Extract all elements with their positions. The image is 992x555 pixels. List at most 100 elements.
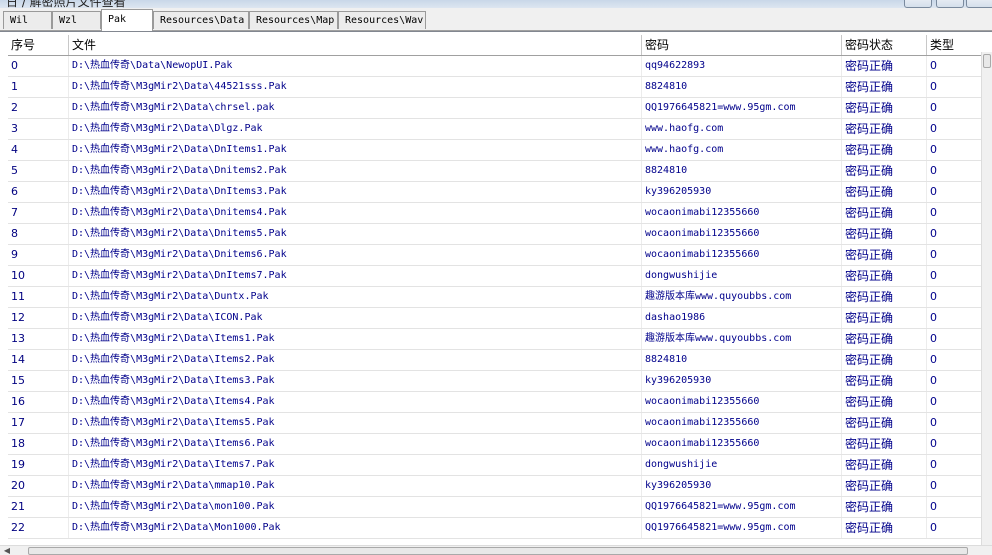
cell-password: dongwushijie (641, 455, 841, 475)
cell-file: D:\热血传奇\M3gMir2\Data\DnItems7.Pak (68, 266, 641, 286)
cell-index: 15 (11, 374, 25, 387)
cell-index: 20 (11, 479, 25, 492)
cell-password-status: 密码正确 (841, 497, 926, 517)
table-row[interactable]: 19 D:\热血传奇\M3gMir2\Data\Items7.Pak dongwus… (8, 455, 982, 476)
cell-password-status: 密码正确 (841, 203, 926, 223)
cell-type: 0 (926, 203, 982, 223)
cell-file: D:\热血传奇\M3gMir2\Data\Dnitems6.Pak (68, 245, 641, 265)
maximize-button[interactable] (936, 0, 964, 8)
cell-password: QQ1976645821=www.95gm.com (641, 518, 841, 538)
cell-password-status: 密码正确 (841, 140, 926, 160)
table-row[interactable]: 5 D:\热血传奇\M3gMir2\Data\Dnitems2.Pak 882481… (8, 161, 982, 182)
table-row[interactable]: 8 D:\热血传奇\M3gMir2\Data\Dnitems5.Pak wocaon… (8, 224, 982, 245)
cell-password: ky396205930 (641, 182, 841, 202)
cell-password-status: 密码正确 (841, 224, 926, 244)
cell-file: D:\热血传奇\M3gMir2\Data\DnItems1.Pak (68, 140, 641, 160)
cell-password-status: 密码正确 (841, 182, 926, 202)
table-row[interactable]: 15 D:\热血传奇\M3gMir2\Data\Items3.Pak ky39620… (8, 371, 982, 392)
cell-type: 0 (926, 455, 982, 475)
cell-password: 8824810 (641, 77, 841, 97)
table-row[interactable]: 3 D:\热血传奇\M3gMir2\Data\Dlgz.Pak www.haofg.… (8, 119, 982, 140)
cell-password: wocaonimabi12355660 (641, 203, 841, 223)
table-row[interactable]: 9 D:\热血传奇\M3gMir2\Data\Dnitems6.Pak wocaon… (8, 245, 982, 266)
table-row[interactable]: 20 D:\热血传奇\M3gMir2\Data\mmap10.Pak ky39620… (8, 476, 982, 497)
column-header-password[interactable]: 密码 (641, 35, 841, 55)
tab-resources-wav[interactable]: Resources\Wav (338, 11, 426, 29)
cell-password: dashao1986 (641, 308, 841, 328)
tab-wzl[interactable]: Wzl (52, 11, 101, 29)
cell-file: D:\热血传奇\M3gMir2\Data\Items6.Pak (68, 434, 641, 454)
cell-type: 0 (926, 266, 982, 286)
table-row[interactable]: 17 D:\热血传奇\M3gMir2\Data\Items5.Pak wocaoni… (8, 413, 982, 434)
cell-password-status: 密码正确 (841, 266, 926, 286)
minimize-button[interactable] (904, 0, 932, 8)
cell-password-status: 密码正确 (841, 413, 926, 433)
vertical-scrollbar[interactable] (981, 52, 992, 555)
cell-type: 0 (926, 434, 982, 454)
cell-password: ky396205930 (641, 476, 841, 496)
cell-type: 0 (926, 497, 982, 517)
table-row[interactable]: 4 D:\热血传奇\M3gMir2\Data\DnItems1.Pak www.ha… (8, 140, 982, 161)
table-row[interactable]: 11 D:\热血传奇\M3gMir2\Data\Duntx.Pak 趣游版本库www… (8, 287, 982, 308)
cell-password: wocaonimabi12355660 (641, 224, 841, 244)
cell-type: 0 (926, 224, 982, 244)
table-row[interactable]: 12 D:\热血传奇\M3gMir2\Data\ICON.Pak dashao198… (8, 308, 982, 329)
cell-type: 0 (926, 476, 982, 496)
column-header-file[interactable]: 文件 (68, 35, 641, 55)
cell-password: dongwushijie (641, 266, 841, 286)
vertical-scroll-thumb[interactable] (983, 54, 991, 68)
horizontal-scrollbar[interactable]: ◀ (0, 545, 992, 555)
table-row[interactable]: 22 D:\热血传奇\M3gMir2\Data\Mon1000.Pak QQ1976… (8, 518, 982, 539)
table-row[interactable]: 2 D:\热血传奇\M3gMir2\Data\chrsel.pak QQ197664… (8, 98, 982, 119)
cell-index: 13 (11, 332, 25, 345)
tab-pak[interactable]: Pak (101, 9, 153, 31)
column-header-type[interactable]: 类型 (926, 35, 982, 55)
cell-type: 0 (926, 392, 982, 412)
cell-type: 0 (926, 329, 982, 349)
cell-type: 0 (926, 245, 982, 265)
cell-password: QQ1976645821=www.95gm.com (641, 98, 841, 118)
table-row[interactable]: 14 D:\热血传奇\M3gMir2\Data\Items2.Pak 8824810… (8, 350, 982, 371)
cell-password: wocaonimabi12355660 (641, 392, 841, 412)
table-row[interactable]: 10 D:\热血传奇\M3gMir2\Data\DnItems7.Pak dongw… (8, 266, 982, 287)
tab-resources-data[interactable]: Resources\Data (153, 11, 249, 29)
tab-wil[interactable]: Wil (3, 11, 52, 29)
table-row[interactable]: 18 D:\热血传奇\M3gMir2\Data\Items6.Pak wocaoni… (8, 434, 982, 455)
table-row[interactable]: 13 D:\热血传奇\M3gMir2\Data\Items1.Pak 趣游版本库ww… (8, 329, 982, 350)
cell-password-status: 密码正确 (841, 350, 926, 370)
cell-file: D:\热血传奇\M3gMir2\Data\Dnitems4.Pak (68, 203, 641, 223)
cell-password-status: 密码正确 (841, 308, 926, 328)
close-button[interactable] (966, 0, 992, 8)
cell-file: D:\热血传奇\M3gMir2\Data\Items1.Pak (68, 329, 641, 349)
table-row[interactable]: 16 D:\热血传奇\M3gMir2\Data\Items4.Pak wocaoni… (8, 392, 982, 413)
cell-index: 8 (11, 227, 18, 240)
cell-file: D:\热血传奇\M3gMir2\Data\44521sss.Pak (68, 77, 641, 97)
list-body: 0 D:\热血传奇\Data\NewopUI.Pak qq94622893 密码正确 0… (8, 56, 982, 539)
horizontal-scroll-thumb[interactable] (28, 547, 968, 555)
table-row[interactable]: 0 D:\热血传奇\Data\NewopUI.Pak qq94622893 密码正确 0 (8, 56, 982, 77)
cell-file: D:\热血传奇\M3gMir2\Data\DnItems3.Pak (68, 182, 641, 202)
cell-file: D:\热血传奇\M3gMir2\Data\mmap10.Pak (68, 476, 641, 496)
table-row[interactable]: 1 D:\热血传奇\M3gMir2\Data\44521sss.Pak 882481… (8, 77, 982, 98)
tab-resources-map[interactable]: Resources\Map (249, 11, 338, 29)
list-header: 序号 文件 密码 密码状态 类型 (8, 35, 982, 56)
table-row[interactable]: 21 D:\热血传奇\M3gMir2\Data\mon100.Pak QQ19766… (8, 497, 982, 518)
cell-password-status: 密码正确 (841, 434, 926, 454)
cell-index: 12 (11, 311, 25, 324)
cell-file: D:\热血传奇\M3gMir2\Data\Items2.Pak (68, 350, 641, 370)
table-row[interactable]: 7 D:\热血传奇\M3gMir2\Data\Dnitems4.Pak wocaon… (8, 203, 982, 224)
cell-password-status: 密码正确 (841, 77, 926, 97)
cell-index: 19 (11, 458, 25, 471)
cell-password: 趣游版本库www.quyoubbs.com (641, 329, 841, 349)
cell-password-status: 密码正确 (841, 287, 926, 307)
column-header-index[interactable]: 序号 (8, 35, 68, 55)
cell-type: 0 (926, 119, 982, 139)
file-list-view[interactable]: 序号 文件 密码 密码状态 类型 0 D:\热血传奇\Data\NewopUI.P… (0, 31, 992, 555)
cell-index: 6 (11, 185, 18, 198)
cell-password-status: 密码正确 (841, 245, 926, 265)
table-row[interactable]: 6 D:\热血传奇\M3gMir2\Data\DnItems3.Pak ky3962… (8, 182, 982, 203)
column-header-password-status[interactable]: 密码状态 (841, 35, 926, 55)
scroll-left-arrow-icon[interactable]: ◀ (0, 546, 14, 555)
cell-password: www.haofg.com (641, 140, 841, 160)
cell-password: 8824810 (641, 350, 841, 370)
